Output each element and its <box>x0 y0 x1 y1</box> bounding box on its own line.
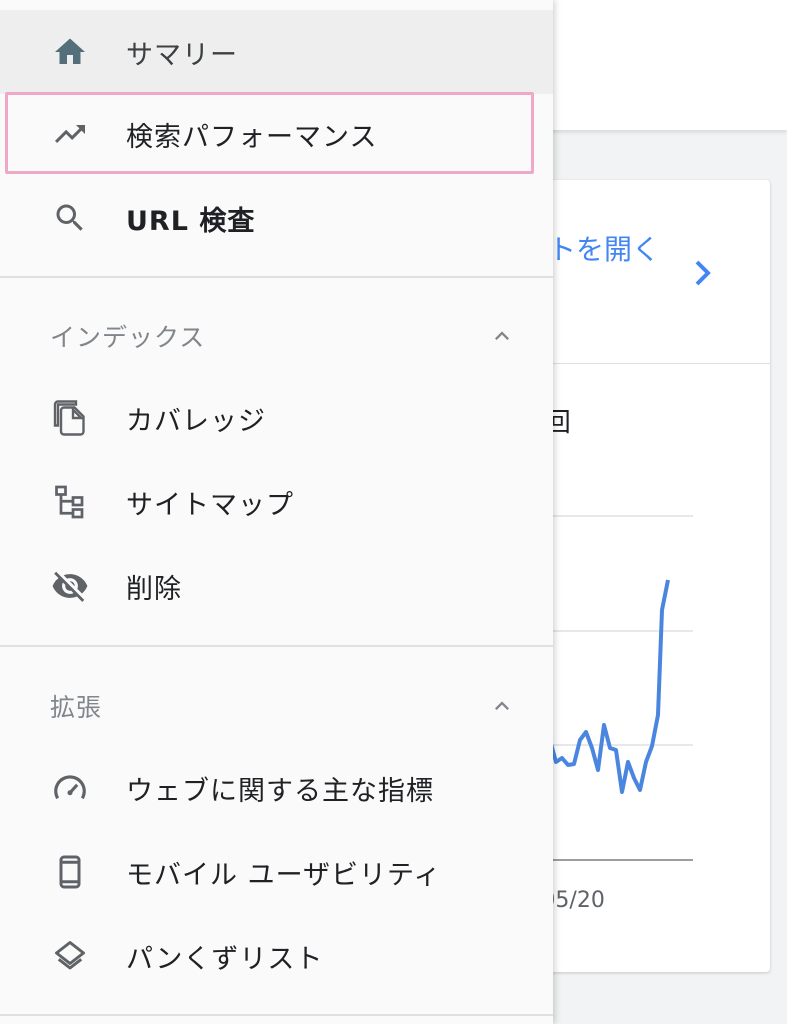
divider <box>0 645 553 647</box>
layers-icon <box>50 936 90 976</box>
nav-item-label: サイトマップ <box>126 489 294 521</box>
nav-item-summary[interactable]: サマリー <box>0 10 553 94</box>
chevron-right-icon <box>692 258 714 292</box>
nav-item-breadcrumbs[interactable]: パンくずリスト <box>0 914 553 998</box>
selection-highlight <box>5 92 534 174</box>
chart-clicks-line <box>548 579 670 794</box>
nav-item-label: ウェブに関する主な指標 <box>126 775 434 807</box>
divider <box>0 276 553 278</box>
section-title: インデックス <box>50 323 206 352</box>
nav-item-removals[interactable]: 削除 <box>0 544 553 628</box>
smartphone-icon <box>50 852 90 892</box>
chevron-up-icon[interactable] <box>488 692 516 724</box>
nav-item-core-web-vitals[interactable]: ウェブに関する主な指標 <box>0 746 553 830</box>
nav-item-mobile-usability[interactable]: モバイル ユーザビリティ <box>0 830 553 914</box>
search-icon <box>50 198 90 238</box>
nav-item-label: URL 検査 <box>126 205 256 237</box>
section-header-enhancements[interactable]: 拡張 <box>0 670 553 740</box>
speedometer-icon <box>50 768 90 808</box>
visibility-off-icon <box>50 566 90 606</box>
section-header-index[interactable]: インデックス <box>0 300 553 370</box>
file-copy-icon <box>50 398 90 438</box>
nav-item-sitemaps[interactable]: サイトマップ <box>0 460 553 544</box>
chevron-up-icon[interactable] <box>488 322 516 354</box>
home-icon <box>50 32 90 72</box>
nav-item-coverage[interactable]: カバレッジ <box>0 376 553 460</box>
nav-item-label: サマリー <box>126 39 238 71</box>
nav-item-label: カバレッジ <box>126 405 266 437</box>
sitemap-icon <box>50 482 90 522</box>
navigation-drawer: サマリー 検索パフォーマンス URL 検査 インデックス カバレッジ サイトマッ… <box>0 0 553 1024</box>
nav-item-label: パンくずリスト <box>126 943 324 975</box>
divider <box>0 1014 553 1016</box>
nav-item-label: 削除 <box>126 573 182 605</box>
section-title: 拡張 <box>50 693 103 722</box>
nav-item-label: モバイル ユーザビリティ <box>126 859 442 891</box>
nav-item-url-inspection[interactable]: URL 検査 <box>0 176 553 260</box>
